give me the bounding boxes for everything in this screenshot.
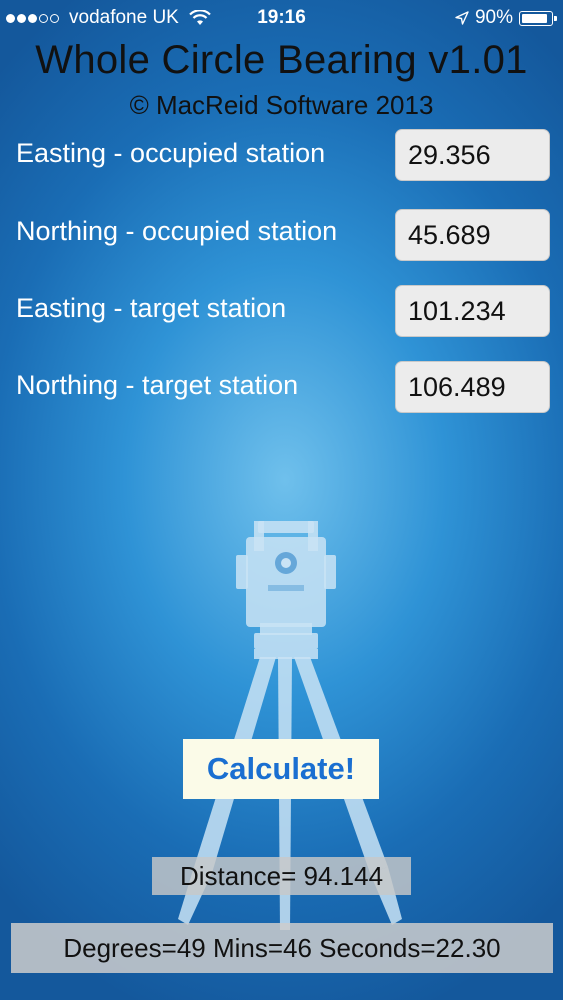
northing-occupied-label: Northing - occupied station	[16, 216, 338, 246]
northing-target-label: Northing - target station	[16, 370, 299, 400]
calculate-button[interactable]: Calculate!	[183, 739, 379, 799]
easting-target-label: Easting - target station	[16, 293, 287, 323]
easting-target-field[interactable]: 101.234	[395, 285, 550, 337]
app-title: Whole Circle Bearing v1.01	[35, 38, 528, 82]
distance-result: Distance= 94.144	[152, 857, 411, 895]
easting-occupied-label: Easting - occupied station	[16, 138, 326, 168]
northing-target-field[interactable]: 106.489	[395, 361, 550, 413]
battery-icon	[519, 10, 557, 26]
status-right: 90%	[455, 7, 557, 29]
northing-occupied-field[interactable]: 45.689	[395, 209, 550, 261]
status-bar: vodafone UK 19:16 90%	[0, 0, 563, 34]
copyright-subtitle: © MacReid Software 2013	[129, 90, 434, 120]
location-arrow-icon	[455, 11, 469, 25]
battery-percent: 90%	[474, 7, 513, 28]
bearing-result: Degrees=49 Mins=46 Seconds=22.30	[11, 923, 553, 973]
easting-occupied-field[interactable]: 29.356	[395, 129, 550, 181]
